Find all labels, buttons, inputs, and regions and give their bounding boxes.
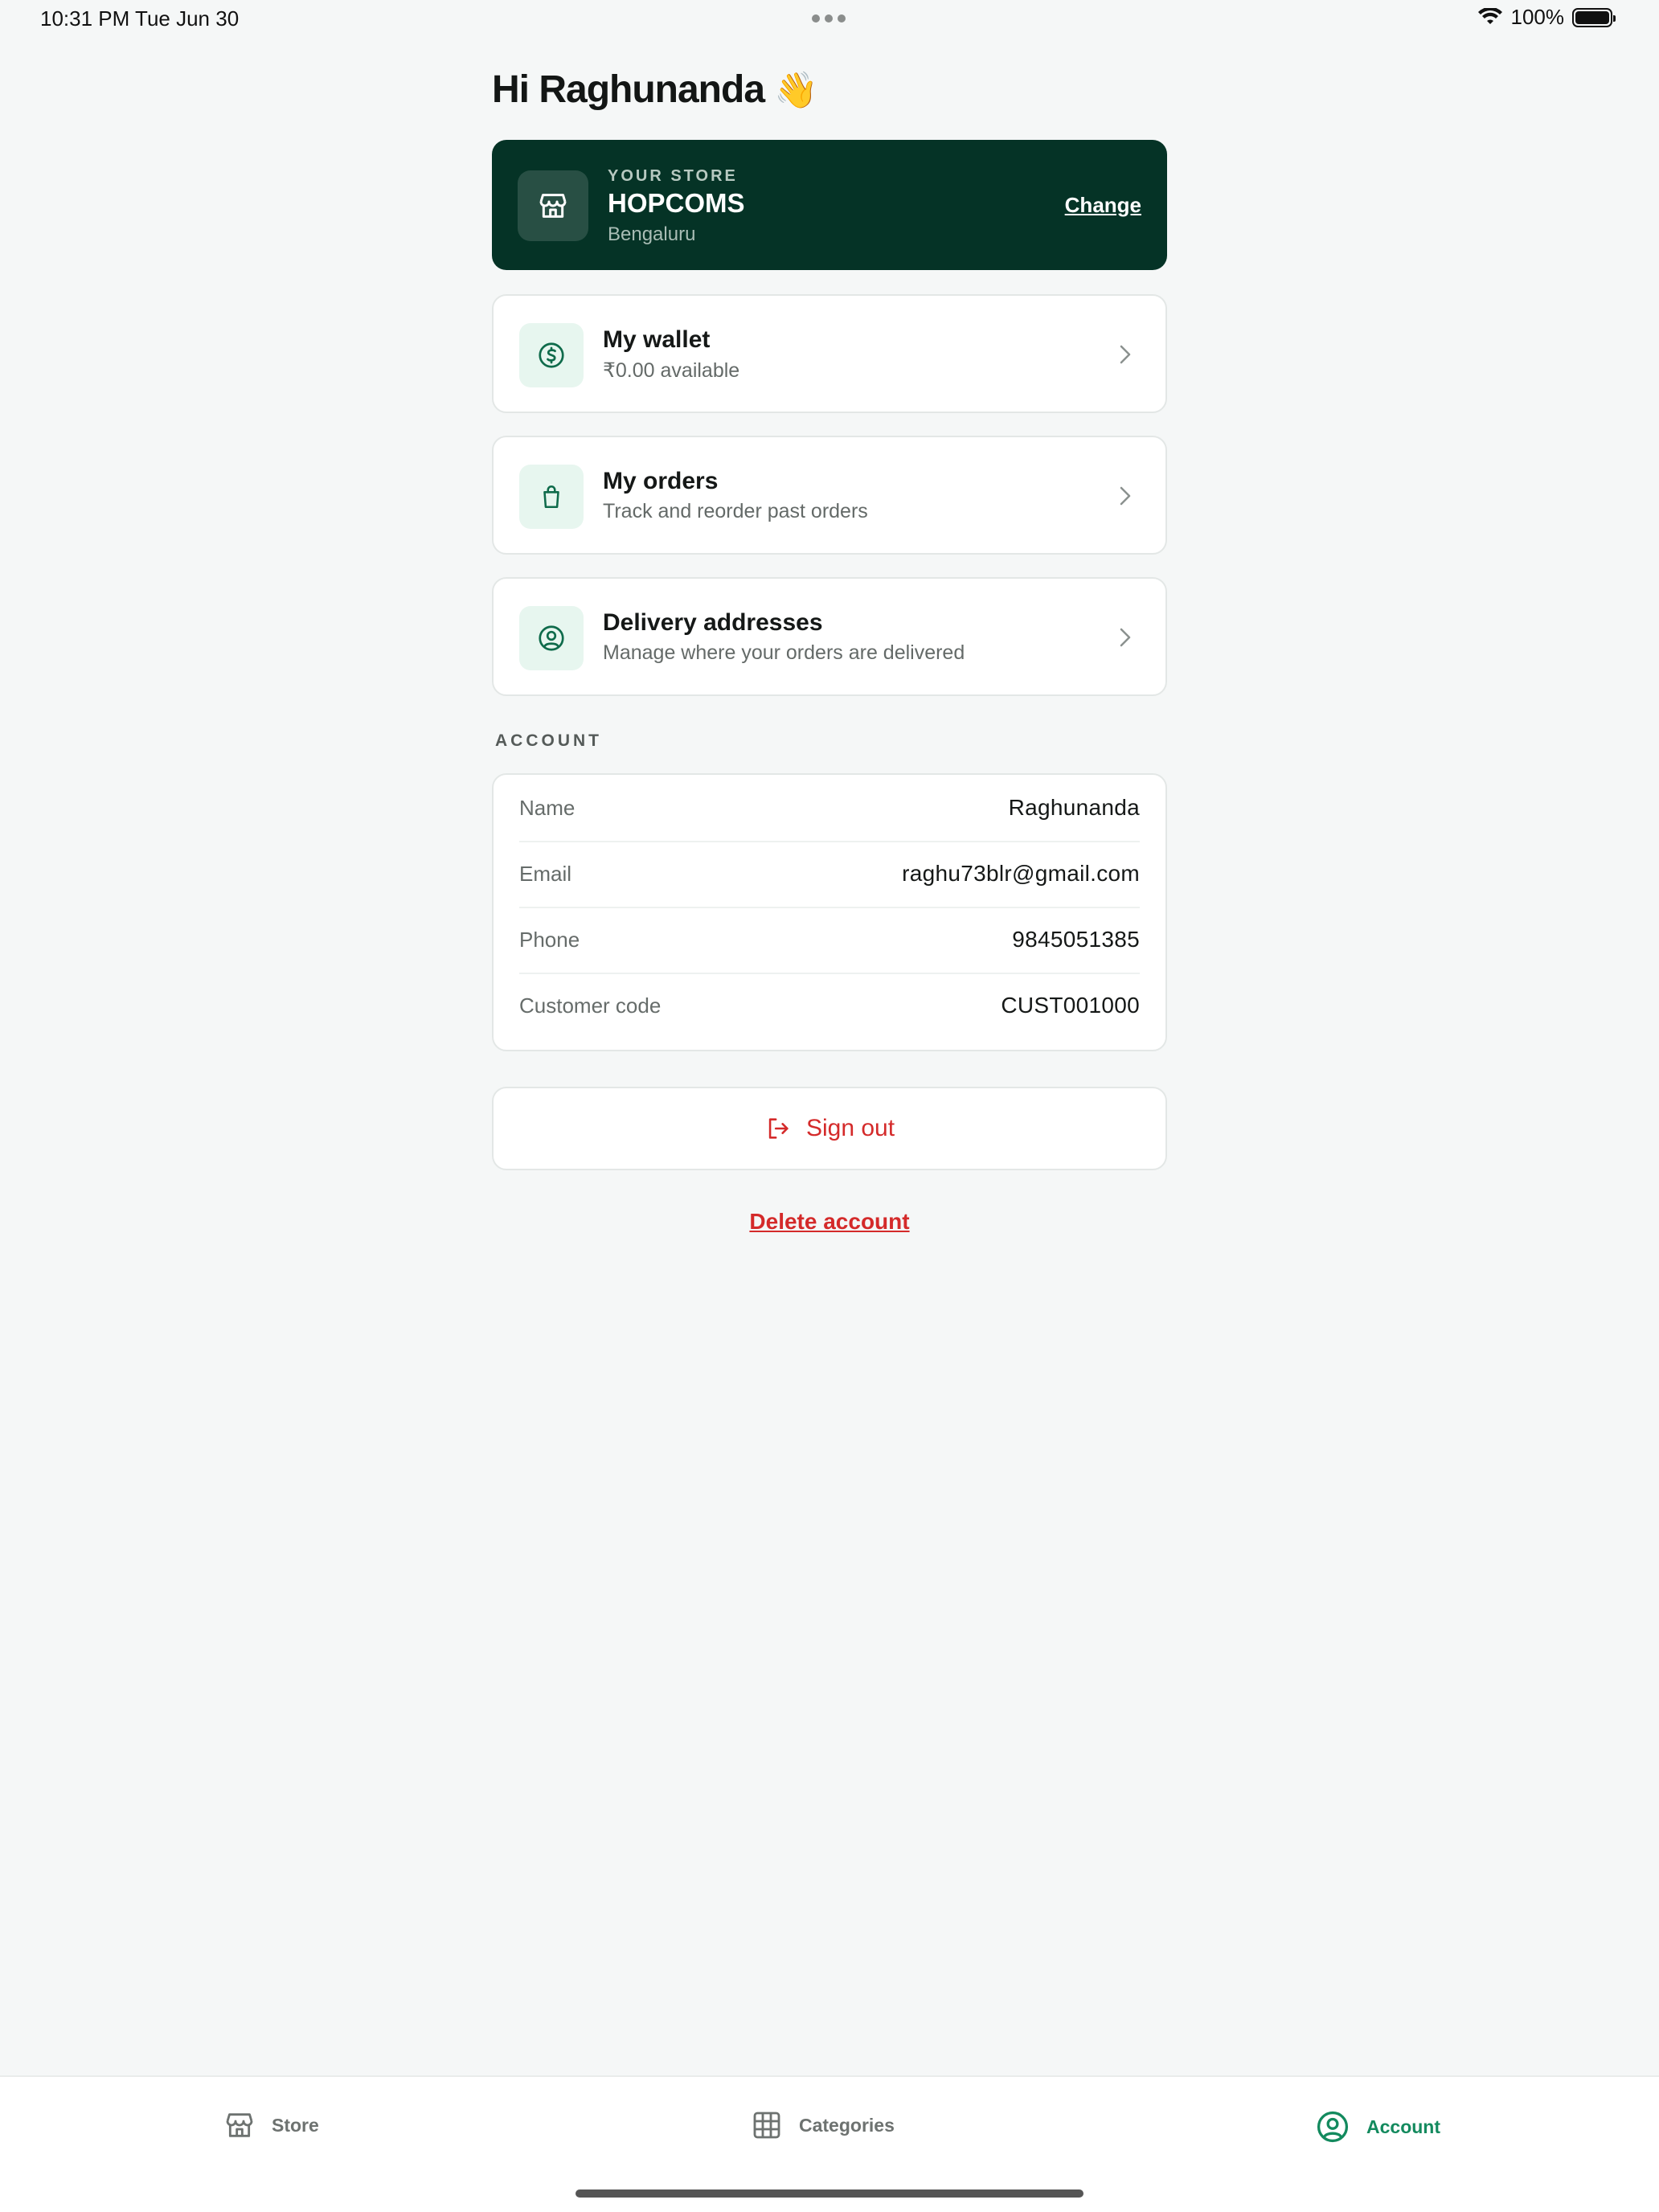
wallet-coin-icon (519, 323, 584, 387)
battery-icon (1572, 7, 1616, 27)
account-row-email: Email raghu73blr@gmail.com (519, 841, 1140, 907)
sign-out-icon (768, 1118, 789, 1139)
multitasking-dots-icon[interactable] (812, 14, 846, 23)
storefront-icon (226, 2113, 253, 2137)
row-value: Raghunanda (1008, 795, 1140, 820)
status-right: 100% (1477, 5, 1616, 30)
user-circle-icon (519, 606, 584, 670)
row-label: Phone (519, 927, 580, 952)
account-details-card: Name Raghunanda Email raghu73blr@gmail.c… (492, 773, 1167, 1051)
tab-label: Account (1366, 2116, 1440, 2137)
menu-subtitle: Track and reorder past orders (603, 500, 868, 522)
row-value: CUST001000 (1001, 993, 1140, 1018)
grid-icon (753, 2112, 780, 2139)
page-title: Hi Raghunanda 👋 (492, 68, 818, 112)
tab-account[interactable]: Account (1315, 2109, 1440, 2144)
delivery-addresses-card[interactable]: Delivery addresses Manage where your ord… (492, 577, 1167, 696)
store-kicker: YOUR STORE (608, 167, 738, 185)
row-label: Email (519, 861, 572, 886)
account-row-phone: Phone 9845051385 (519, 907, 1140, 973)
my-wallet-card[interactable]: My wallet ₹0.00 available (492, 294, 1167, 413)
tab-categories[interactable]: Categories (751, 2109, 895, 2141)
wifi-icon (1477, 7, 1502, 24)
shopping-bag-icon (519, 465, 584, 529)
row-label: Name (519, 795, 576, 820)
account-row-customer-code: Customer code CUST001000 (519, 973, 1140, 1038)
account-section-label: ACCOUNT (495, 731, 602, 750)
chevron-right-icon (1120, 628, 1131, 647)
status-bar: 10:31 PM Tue Jun 30 100% (0, 0, 1659, 39)
delete-account-link[interactable]: Delete account (492, 1209, 1167, 1235)
greeting-text: Hi Raghunanda (492, 68, 765, 111)
store-name: HOPCOMS (608, 188, 745, 218)
chevron-right-icon (1120, 486, 1131, 506)
menu-subtitle: Manage where your orders are delivered (603, 641, 965, 664)
row-value: raghu73blr@gmail.com (902, 861, 1140, 886)
menu-title: My orders (603, 468, 719, 494)
sign-out-button[interactable]: Sign out (492, 1087, 1167, 1170)
home-indicator[interactable] (576, 2189, 1083, 2198)
row-value: 9845051385 (1012, 927, 1140, 952)
tab-label: Categories (799, 2114, 895, 2136)
tab-label: Store (272, 2114, 319, 2136)
account-circle-icon (1317, 2111, 1349, 2143)
storefront-icon (518, 170, 588, 241)
menu-title: My wallet (603, 326, 711, 353)
store-city: Bengaluru (608, 223, 696, 245)
menu-title: Delivery addresses (603, 609, 823, 636)
store-card: YOUR STORE HOPCOMS Bengaluru Change (492, 140, 1167, 270)
my-orders-card[interactable]: My orders Track and reorder past orders (492, 436, 1167, 555)
tab-store[interactable]: Store (223, 2109, 319, 2141)
menu-subtitle: ₹0.00 available (603, 359, 740, 382)
waving-hand-emoji: 👋 (774, 70, 818, 110)
row-label: Customer code (519, 993, 662, 1018)
sign-out-label: Sign out (805, 1115, 895, 1141)
status-time: 10:31 PM Tue Jun 30 (40, 6, 240, 31)
account-row-name: Name Raghunanda (519, 775, 1140, 841)
change-store-button[interactable]: Change (1065, 193, 1141, 218)
battery-percent: 100% (1510, 5, 1565, 29)
chevron-right-icon (1120, 345, 1131, 364)
